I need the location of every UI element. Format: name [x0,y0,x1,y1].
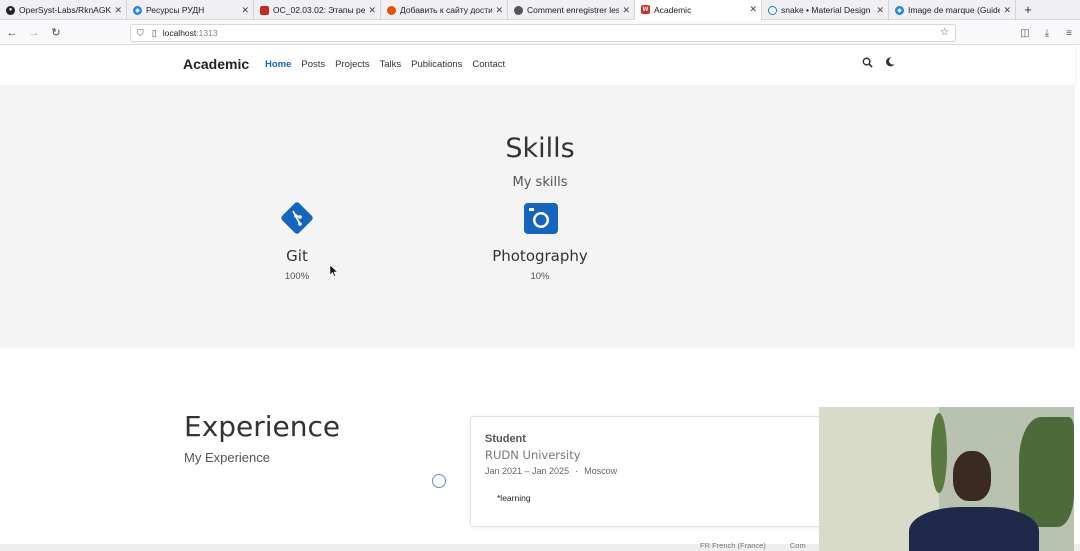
skill-item-git: Git 100% [217,201,377,282]
experience-location: Moscow [584,466,618,476]
webcam-person-body [909,507,1039,551]
pocket-icon[interactable]: ◫ [1014,28,1036,39]
skill-item-photography: Photography 10% [460,201,620,282]
skill-percent: 100% [284,271,310,282]
address-bar[interactable]: ⛉ ▯ localhost:1313 ☆ [130,24,956,42]
bottom-bar-text: FR French (France) Com [700,541,806,550]
experience-description: *learning [497,493,531,503]
browser-tab[interactable]: snake • Material Design Ic ✕ [762,0,889,20]
browser-tab-active[interactable]: W Academic ✕ [635,0,762,20]
experience-organization[interactable]: RUDN University [485,448,815,462]
nav-link-talks[interactable]: Talks [380,59,402,70]
tab-title: Image de marque (Guide [908,5,1001,15]
firefox-icon [387,5,396,15]
smiley-icon [768,5,777,15]
webcam-plant [1019,417,1074,527]
skill-name: Photography [492,247,588,265]
download-icon[interactable]: ⤓ [1036,28,1058,39]
tab-title: Ресурсы РУДН [146,5,205,15]
nav-link-home[interactable]: Home [265,59,291,70]
experience-card: Student RUDN University Jan 2021 – Jan 2… [470,416,830,527]
tab-title: snake • Material Design Ic [781,5,874,15]
brand-icon: ◆ [895,5,904,15]
bookmark-star-icon[interactable]: ☆ [940,27,949,38]
webcam-plant [931,413,947,493]
browser-tab-strip: ● OperSyst-Labs/RknAGKE ✕ ◆ Ресурсы РУДН… [0,0,1080,20]
doc-icon [260,5,269,15]
tab-close-icon[interactable]: ✕ [876,5,884,16]
skills-subtitle: My skills [512,175,568,190]
nav-link-publications[interactable]: Publications [411,59,462,70]
skills-section: Skills My skills Git 100% Photography 10… [0,85,1075,348]
browser-tab[interactable]: ◆ Ресурсы РУДН ✕ [127,0,254,20]
url-host: localhost [162,28,197,38]
webcam-person-head [953,451,991,501]
site-navbar: Academic Home Posts Projects Talks Publi… [0,45,1075,85]
nav-link-projects[interactable]: Projects [335,59,369,70]
nav-link-contact[interactable]: Contact [472,59,505,70]
github-icon: ● [6,5,15,15]
skills-title: Skills [505,133,575,164]
page-icon: ▯ [151,27,157,38]
camera-icon [523,201,558,235]
back-arrow-icon[interactable]: ← [2,23,22,43]
tab-close-icon[interactable]: ✕ [1003,5,1011,16]
browser-toolbar: ← → ↻ ⛉ ▯ localhost:1313 ☆ ◫ ⤓ ≡ [0,21,1080,45]
timeline-dot [432,474,446,488]
site-nav-links: Home Posts Projects Talks Publications C… [265,59,505,70]
skill-name: Git [286,247,308,265]
webcam-overlay [819,407,1074,551]
menu-icon[interactable]: ≡ [1058,28,1080,39]
rudn-icon: ◆ [133,5,142,15]
browser-tab[interactable]: ОС_02.03.02: Этапы реа ✕ [254,0,381,20]
reload-icon[interactable]: ↻ [46,23,66,43]
tab-close-icon[interactable]: ✕ [241,5,249,16]
experience-subtitle: My Experience [184,450,270,465]
language-indicator[interactable]: FR French (France) [700,541,766,550]
tab-close-icon[interactable]: ✕ [495,5,503,16]
browser-tab[interactable]: Comment enregistrer les ✕ [508,0,635,20]
tab-close-icon[interactable]: ✕ [114,5,122,16]
meta-separator: · [575,466,579,476]
academic-icon: W [641,5,650,14]
bottom-extra: Com [789,541,806,550]
browser-tab[interactable]: Добавить к сайту достиж ✕ [381,0,508,20]
tab-title: OperSyst-Labs/RknAGKE [19,5,112,15]
mouse-cursor-icon [330,265,338,277]
gear-icon [514,5,523,15]
tab-title: Comment enregistrer les [527,5,620,15]
tab-title: Academic [654,4,692,15]
skill-percent: 10% [530,271,550,282]
new-tab-button[interactable]: + [1016,0,1040,19]
tab-title: ОС_02.03.02: Этапы реа [273,5,366,15]
forward-arrow-icon[interactable]: → [24,23,44,43]
experience-title: Experience [184,410,341,443]
tab-close-icon[interactable]: ✕ [368,5,376,16]
url-port: :1313 [196,28,218,38]
search-icon[interactable] [862,57,873,71]
git-icon [280,201,314,235]
shield-icon[interactable]: ⛉ [137,28,144,39]
experience-dates: Jan 2021 – Jan 2025 [485,466,570,476]
experience-meta: Jan 2021 – Jan 2025 · Moscow [485,466,815,476]
experience-role: Student [485,433,526,445]
tab-title: Добавить к сайту достиж [400,5,493,15]
site-brand[interactable]: Academic [183,56,249,72]
tab-close-icon[interactable]: ✕ [622,5,630,16]
tab-close-icon[interactable]: ✕ [749,4,757,15]
browser-tab[interactable]: ● OperSyst-Labs/RknAGKE ✕ [0,0,127,20]
moon-icon[interactable] [885,57,895,71]
browser-tab[interactable]: ◆ Image de marque (Guide ✕ [889,0,1016,20]
nav-link-posts[interactable]: Posts [301,59,325,70]
